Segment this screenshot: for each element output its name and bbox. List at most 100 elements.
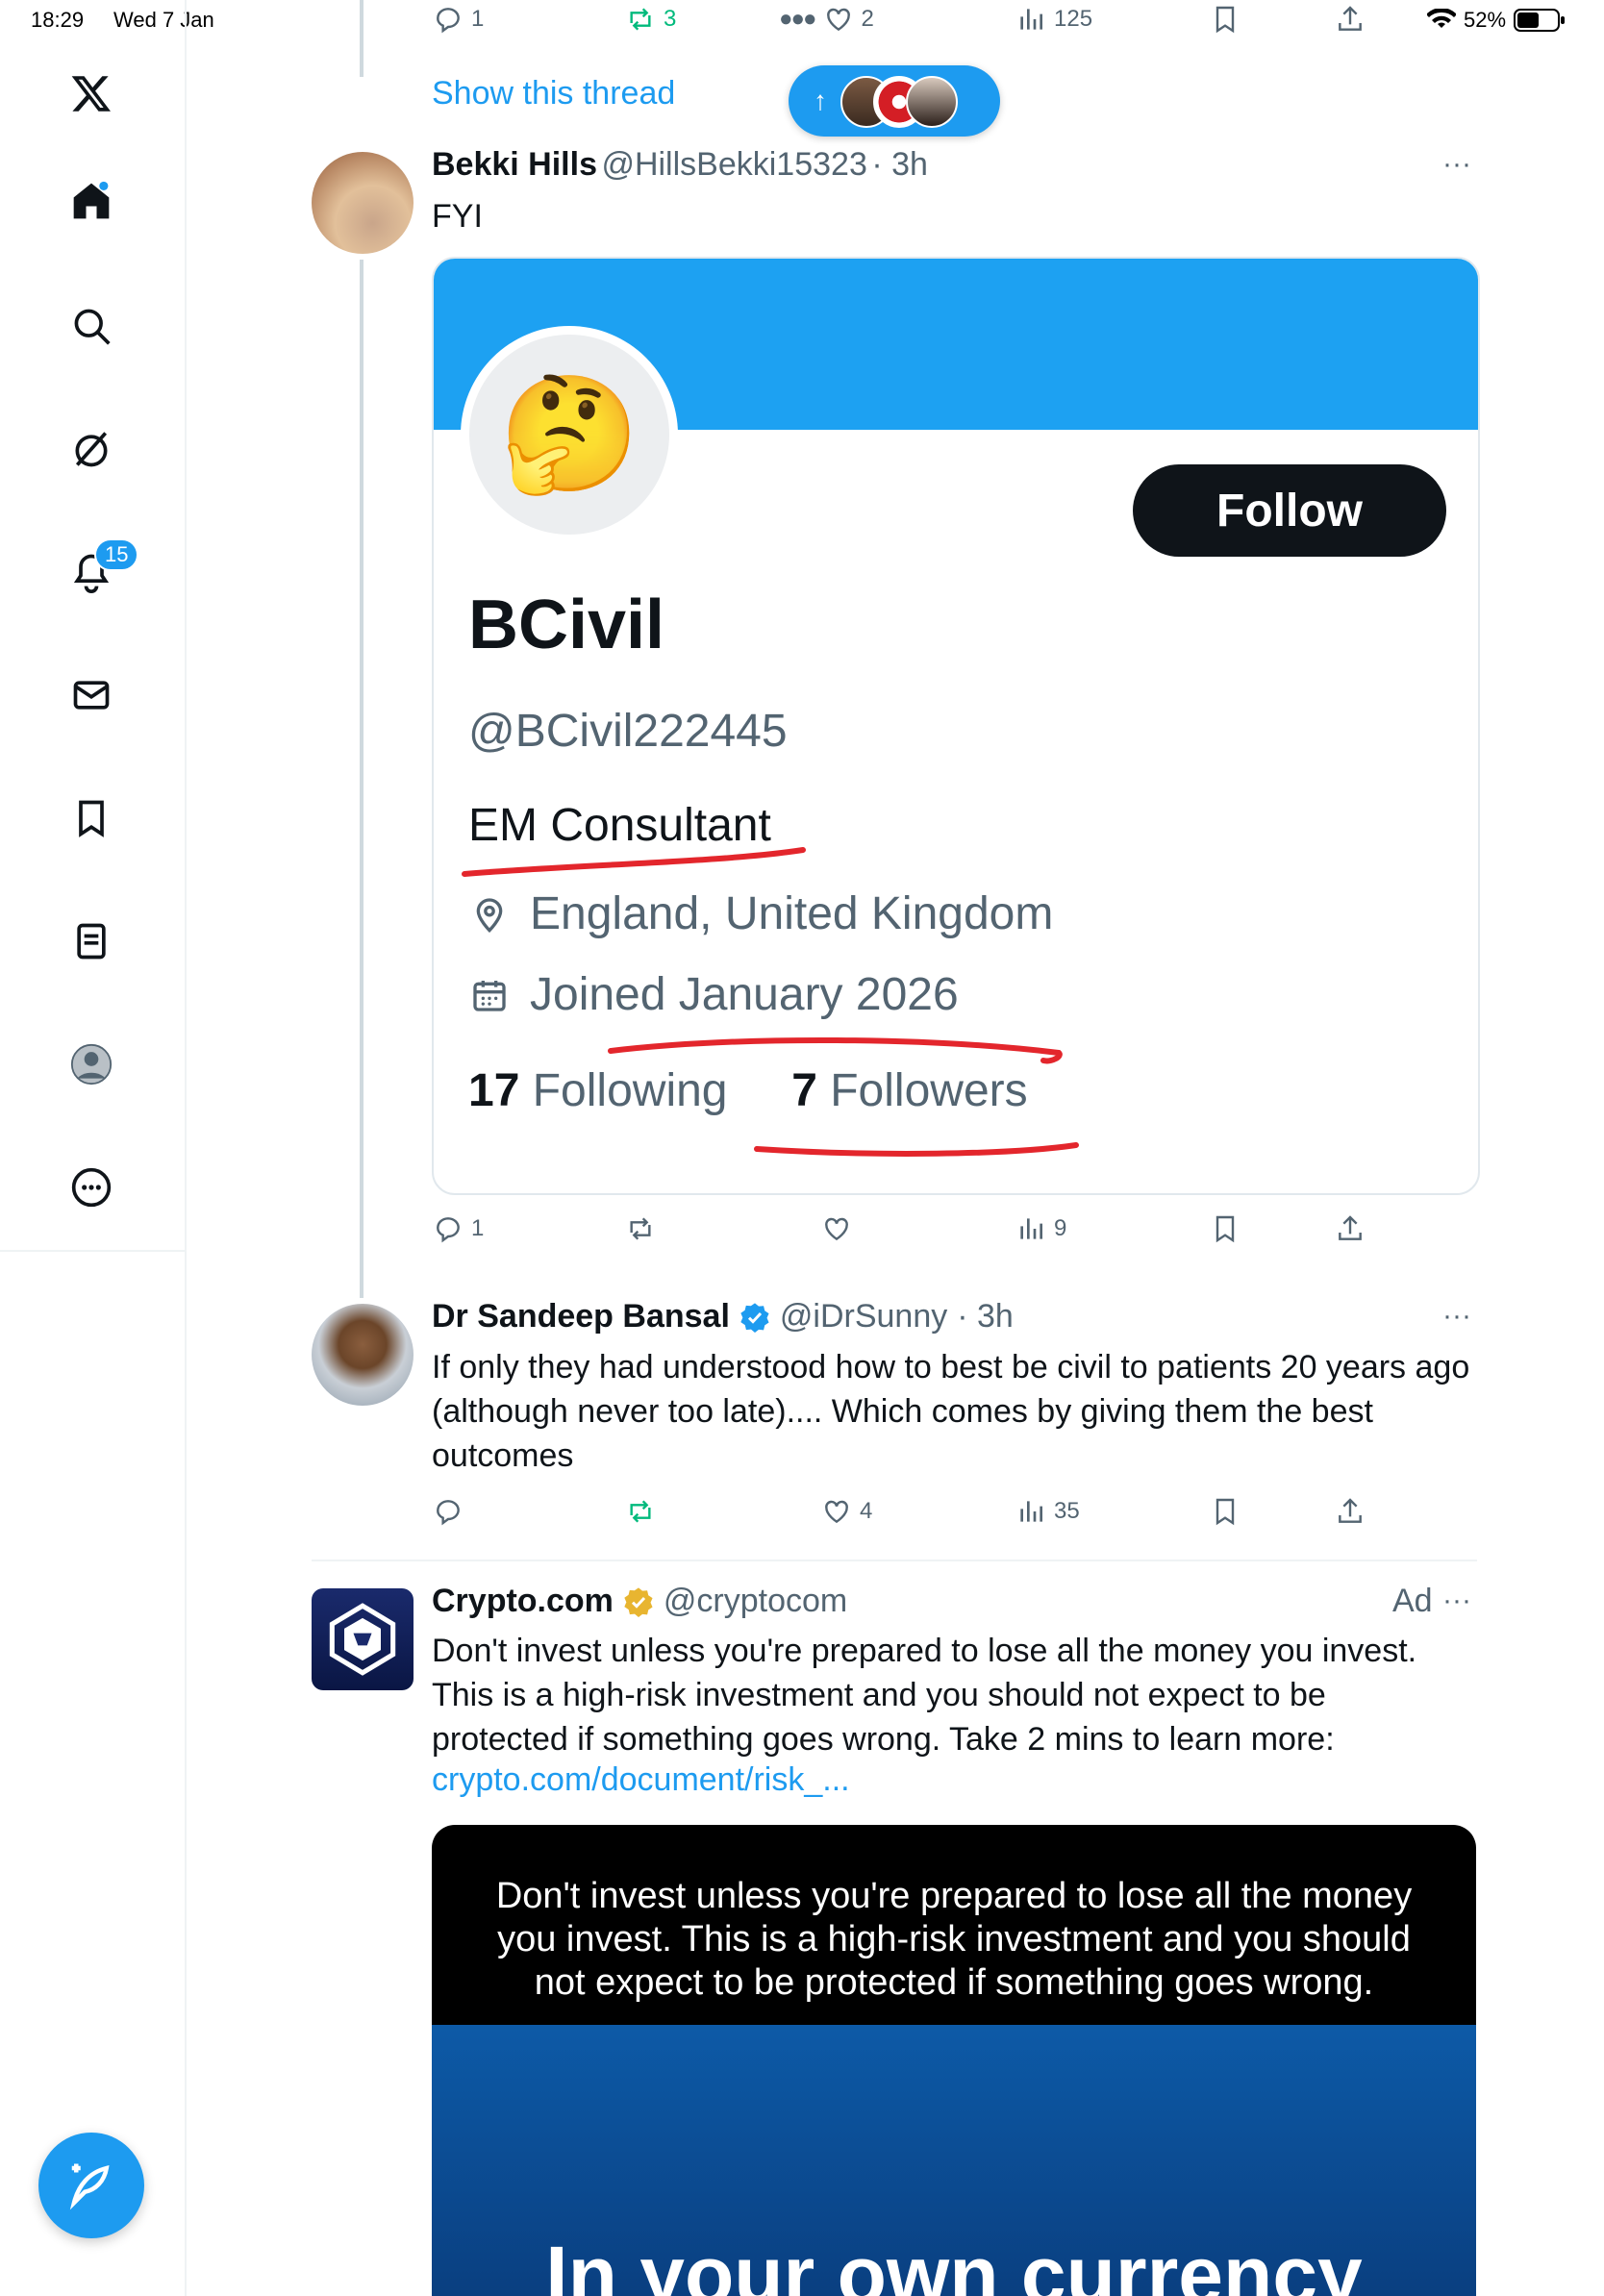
tweet-header: Dr Sandeep Bansal @iDrSunny · 3h: [432, 1298, 1014, 1335]
like-action[interactable]: 4: [821, 1496, 872, 1527]
new-posts-avatars: [840, 74, 965, 128]
views-icon: [1020, 1501, 1042, 1522]
reply-action[interactable]: [433, 1496, 464, 1527]
tweet-header: Crypto.com @cryptocom: [432, 1583, 847, 1620]
like-action[interactable]: [821, 1213, 852, 1244]
more-dots-icon: ●●●: [779, 6, 816, 32]
compose-button[interactable]: [38, 2133, 144, 2238]
reply-icon: [437, 1500, 460, 1526]
like-icon: [825, 1217, 848, 1241]
ad-label: Ad: [1392, 1583, 1433, 1619]
sidebar: 15: [0, 0, 187, 2296]
tweet-more-icon[interactable]: ···: [1442, 148, 1471, 181]
verified-gold-badge-icon: [624, 1586, 653, 1617]
bookmarks-icon[interactable]: [63, 790, 119, 846]
share-action[interactable]: [1335, 1213, 1366, 1244]
author-handle[interactable]: @iDrSunny: [780, 1298, 947, 1335]
ad-image-headline: In your own currency: [545, 2230, 1363, 2296]
sidebar-divider: [0, 1250, 185, 1252]
views-count: 35: [1054, 1498, 1080, 1524]
like-action[interactable]: ●●● 2: [779, 4, 874, 35]
compose-icon: [69, 2163, 110, 2210]
author-name[interactable]: Bekki Hills: [432, 146, 597, 183]
views-count: 9: [1054, 1215, 1067, 1241]
ad-image-warning: Don't invest unless you're prepared to l…: [495, 1876, 1413, 2003]
status-right: 52%: [1427, 8, 1566, 33]
reply-icon: [437, 1217, 460, 1243]
profile-card-image[interactable]: 🤔 Follow BCivil @BCivil222445 EM Consult…: [432, 257, 1480, 1195]
tweet-text: If only they had understood how to best …: [432, 1349, 1470, 1474]
reply-action[interactable]: 1: [433, 1213, 484, 1244]
ad-image[interactable]: Don't invest unless you're prepared to l…: [432, 1825, 1476, 2296]
views-action[interactable]: 9: [1015, 1213, 1066, 1244]
like-icon: [826, 8, 850, 32]
views-action[interactable]: 125: [1015, 4, 1092, 35]
crypto-logo-icon: [329, 1603, 396, 1676]
grok-icon[interactable]: [63, 421, 119, 477]
avatar[interactable]: [312, 1588, 414, 1690]
like-icon: [825, 1500, 848, 1524]
repost-icon: [630, 1217, 651, 1240]
repost-count: 3: [664, 6, 677, 32]
reply-icon: [437, 8, 460, 34]
views-icon: [1020, 9, 1042, 30]
repost-action[interactable]: [625, 1213, 656, 1244]
tweet-time: · 3h: [871, 146, 928, 183]
bookmark-action[interactable]: [1210, 1213, 1241, 1244]
like-count: 2: [861, 6, 874, 32]
bookmark-action[interactable]: [1210, 4, 1241, 35]
red-annotations: [462, 847, 1079, 1157]
new-posts-pill[interactable]: ↑: [789, 65, 1000, 137]
share-icon: [1339, 1215, 1362, 1240]
tweet-more-icon[interactable]: ···: [1442, 1300, 1471, 1333]
ad-headline-wrap: In your own currency: [432, 2227, 1476, 2296]
tweet-time: · 3h: [957, 1298, 1014, 1335]
home-icon[interactable]: [63, 173, 119, 229]
repost-icon: [630, 1500, 651, 1523]
author-handle[interactable]: @HillsBekki15323: [601, 146, 866, 183]
share-icon: [1339, 1498, 1362, 1523]
notifications-icon[interactable]: 15: [63, 538, 139, 600]
author-name[interactable]: Crypto.com: [432, 1583, 614, 1620]
messages-icon[interactable]: [63, 667, 119, 723]
share-action[interactable]: [1335, 4, 1366, 35]
reply-count: 1: [471, 1215, 485, 1241]
views-action[interactable]: 35: [1015, 1496, 1080, 1527]
bookmark-icon: [1216, 6, 1235, 34]
avatar[interactable]: [312, 1304, 414, 1406]
ad-link[interactable]: crypto.com/document/risk_...: [432, 1761, 850, 1799]
bookmark-icon: [1216, 1215, 1235, 1243]
avatar[interactable]: [312, 152, 414, 254]
show-thread-link[interactable]: Show this thread: [432, 75, 675, 112]
verified-badge-icon: [740, 1302, 769, 1333]
tweet-header: Bekki Hills @HillsBekki15323 · 3h: [432, 146, 928, 184]
thread-line: [360, 0, 363, 77]
tweet-text: Don't invest unless you're prepared to l…: [432, 1633, 1417, 1758]
author-handle[interactable]: @cryptocom: [664, 1583, 847, 1620]
like-count: 4: [860, 1498, 873, 1524]
x-logo-icon[interactable]: [63, 65, 119, 121]
tweet-more-icon[interactable]: ···: [1442, 1585, 1471, 1617]
search-icon[interactable]: [63, 298, 119, 354]
bookmark-icon: [1216, 1498, 1235, 1526]
reply-action[interactable]: 1: [433, 4, 484, 35]
battery-percent: 52%: [1464, 8, 1507, 32]
wifi-icon: [1427, 9, 1456, 28]
avatar: [906, 76, 958, 128]
share-icon: [1339, 6, 1362, 31]
followers-underline: [754, 1142, 1079, 1157]
notifications-badge: 15: [94, 538, 139, 571]
profile-icon[interactable]: [63, 1036, 119, 1092]
tweet-divider: [312, 1560, 1477, 1561]
repost-action[interactable]: 3: [625, 4, 676, 35]
joined-underline: [608, 1036, 1063, 1064]
author-name[interactable]: Dr Sandeep Bansal: [432, 1298, 730, 1335]
share-action[interactable]: [1335, 1496, 1366, 1527]
lists-icon[interactable]: [63, 913, 119, 969]
more-icon[interactable]: [63, 1160, 119, 1215]
battery-icon: [1514, 9, 1566, 32]
arrow-up-icon: ↑: [814, 86, 827, 115]
views-icon: [1020, 1218, 1042, 1239]
bookmark-action[interactable]: [1210, 1496, 1241, 1527]
repost-action[interactable]: [625, 1496, 656, 1527]
